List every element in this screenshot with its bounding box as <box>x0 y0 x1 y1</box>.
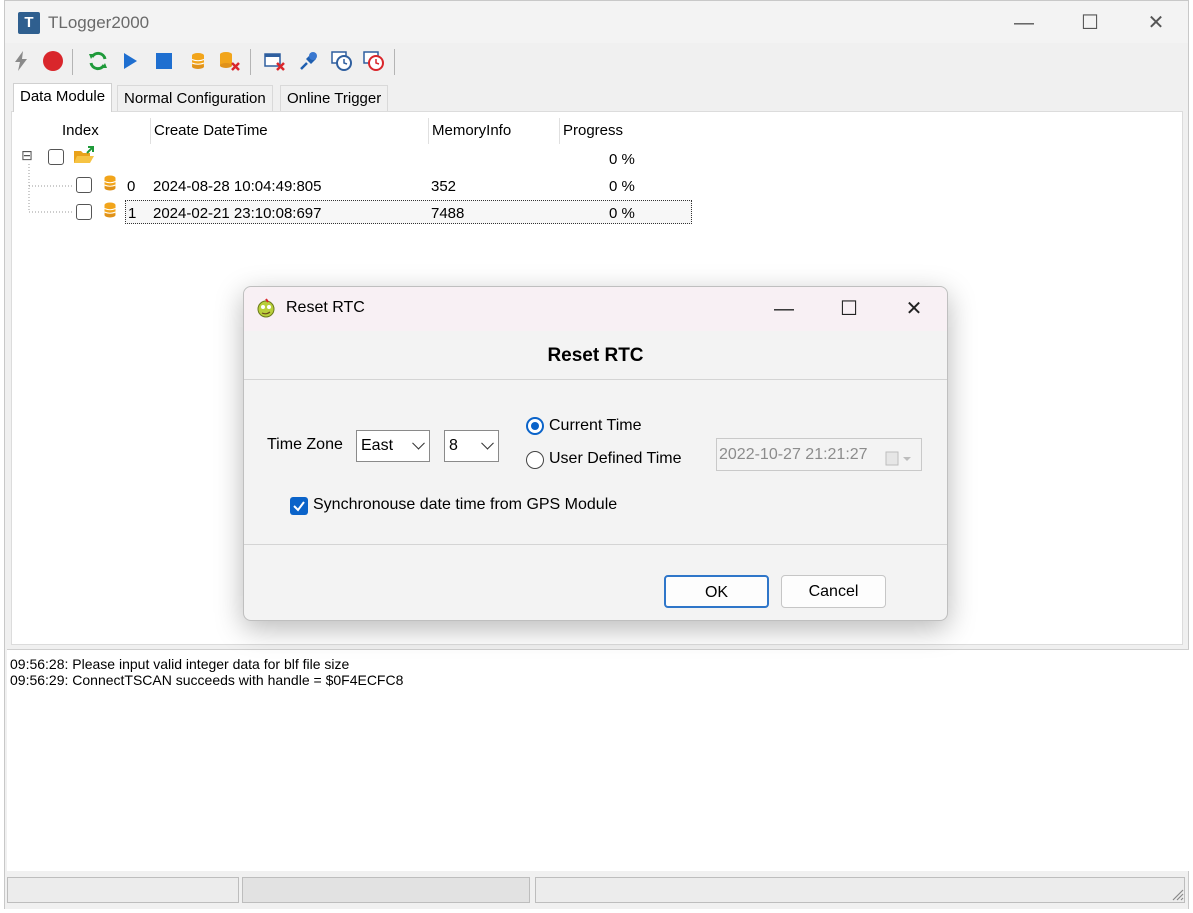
delete-database-icon[interactable] <box>218 49 242 73</box>
cancel-button[interactable]: Cancel <box>781 575 886 608</box>
time-zone-direction-select[interactable]: East <box>356 430 430 462</box>
clear-window-icon[interactable] <box>263 49 287 73</box>
user-defined-time-radio[interactable] <box>526 451 544 469</box>
user-defined-time-label[interactable]: User Defined Time <box>549 450 682 468</box>
datetime-picker[interactable]: 2022-10-27 21:21:27 <box>716 438 922 471</box>
row-checkbox[interactable] <box>76 204 92 220</box>
chevron-down-icon <box>481 436 494 450</box>
rtc-app-icon <box>256 298 276 318</box>
toolbar-separator <box>72 49 73 75</box>
chevron-down-icon <box>412 436 425 450</box>
minimize-button[interactable]: — <box>1001 7 1047 39</box>
clock-icon[interactable] <box>330 49 354 73</box>
status-bar <box>5 873 1188 909</box>
toolbar-separator <box>250 49 251 75</box>
tree-collapse-toggle[interactable]: ⊟ <box>21 147 33 164</box>
dialog-minimize-button[interactable]: — <box>761 293 807 325</box>
row-progress: 0 % <box>609 178 635 195</box>
calendar-dropdown-icon <box>885 447 915 478</box>
time-zone-offset-select[interactable]: 8 <box>444 430 499 462</box>
row-create-datetime: 2024-08-28 10:04:49:805 <box>153 178 322 195</box>
log-line: 09:56:28: Please input valid integer dat… <box>10 656 350 672</box>
status-progress-panel <box>242 877 530 903</box>
column-header-progress[interactable]: Progress <box>563 122 623 139</box>
tab-online-trigger[interactable]: Online Trigger <box>280 85 389 111</box>
database-icon[interactable] <box>186 49 210 73</box>
reset-rtc-dialog: Reset RTC — ☐ ✕ Reset RTC Time Zone East… <box>243 286 948 621</box>
time-zone-offset-value: 8 <box>449 437 458 454</box>
tab-data-module[interactable]: Data Module <box>13 83 113 112</box>
app-icon: T <box>18 12 40 34</box>
maximize-button[interactable]: ☐ <box>1067 7 1113 39</box>
tab-bar: Data Module Normal Configuration Online … <box>9 83 1188 112</box>
window-title: TLogger2000 <box>48 13 150 32</box>
log-line: 09:56:29: ConnectTSCAN succeeds with han… <box>10 672 404 688</box>
dialog-title-bar: Reset RTC — ☐ ✕ <box>244 287 947 331</box>
refresh-icon[interactable] <box>86 49 110 73</box>
checkmark-icon <box>293 501 305 512</box>
dialog-divider <box>244 544 947 545</box>
title-bar: T TLogger2000 — ☐ ✕ <box>5 1 1188 43</box>
dialog-title: Reset RTC <box>286 299 365 316</box>
root-progress: 0 % <box>609 151 635 168</box>
root-checkbox[interactable] <box>48 149 64 165</box>
clock-delete-icon[interactable] <box>362 49 386 73</box>
stop-icon[interactable] <box>152 49 176 73</box>
resize-grip-icon[interactable] <box>1170 887 1184 905</box>
close-button[interactable]: ✕ <box>1133 7 1179 39</box>
status-panel <box>7 877 239 903</box>
database-icon <box>104 175 116 191</box>
log-panel[interactable]: 09:56:28: Please input valid integer dat… <box>7 649 1189 871</box>
play-icon[interactable] <box>118 49 142 73</box>
dialog-header: Reset RTC <box>244 331 947 380</box>
datetime-value: 2022-10-27 21:21:27 <box>719 446 868 463</box>
status-panel <box>535 877 1185 903</box>
column-separator <box>150 118 151 144</box>
column-separator <box>428 118 429 144</box>
gps-sync-checkbox[interactable] <box>290 497 308 515</box>
tab-normal-configuration[interactable]: Normal Configuration <box>117 85 273 111</box>
row-create-datetime: 2024-02-21 23:10:08:697 <box>153 205 322 222</box>
dialog-heading: Reset RTC <box>547 345 644 366</box>
database-icon <box>104 202 116 218</box>
row-memoryinfo: 352 <box>431 178 457 195</box>
time-zone-label: Time Zone <box>267 436 343 453</box>
folder-open-icon <box>73 146 97 170</box>
toolbar <box>5 45 1188 79</box>
record-icon[interactable] <box>41 49 65 73</box>
connect-icon[interactable] <box>9 49 33 73</box>
column-header-create-datetime[interactable]: Create DateTime <box>154 122 268 139</box>
column-separator <box>559 118 560 144</box>
row-checkbox[interactable] <box>76 177 92 193</box>
row-index: 0 <box>127 178 136 195</box>
row-index: 1 <box>128 205 137 222</box>
dialog-close-button[interactable]: ✕ <box>891 293 937 325</box>
row-progress: 0 % <box>609 205 635 222</box>
toolbar-separator <box>394 49 395 75</box>
ok-button[interactable]: OK <box>664 575 769 608</box>
column-header-memoryinfo[interactable]: MemoryInfo <box>432 122 511 139</box>
gps-sync-label[interactable]: Synchronouse date time from GPS Module <box>313 496 617 514</box>
current-time-label[interactable]: Current Time <box>549 417 641 435</box>
row-memoryinfo: 7488 <box>431 205 465 222</box>
time-zone-direction-value: East <box>361 437 394 454</box>
current-time-radio[interactable] <box>526 417 544 435</box>
dialog-maximize-button[interactable]: ☐ <box>826 293 872 325</box>
pin-icon[interactable] <box>297 49 321 73</box>
